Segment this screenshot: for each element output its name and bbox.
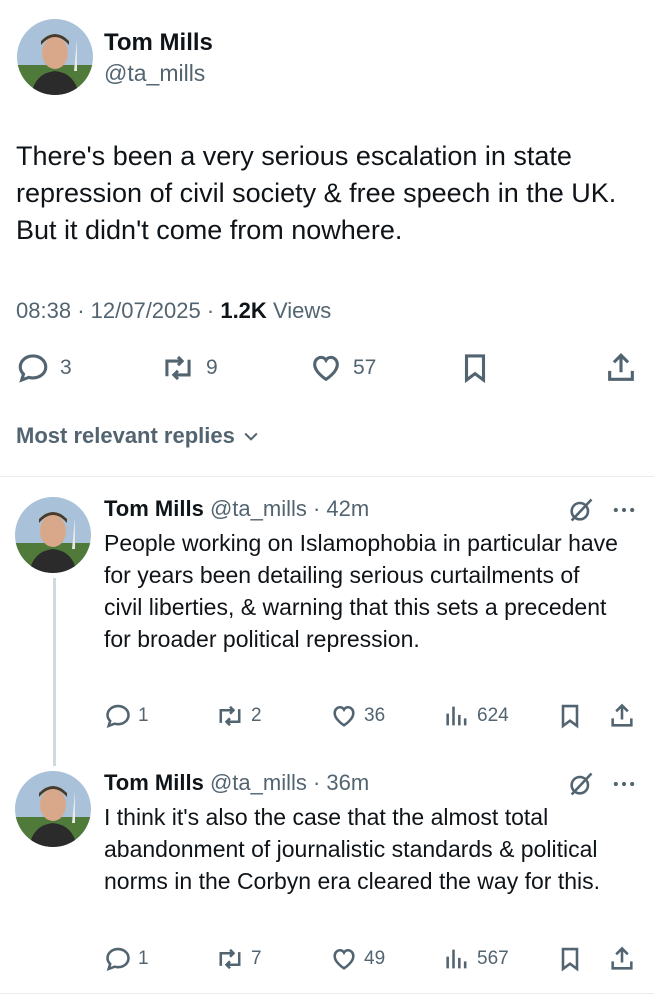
tweet-meta: 08:38 · 12/07/2025 · 1.2K Views [16,298,332,323]
views-count: 567 [477,948,509,969]
reply-author-name[interactable]: Tom Mills [104,496,204,521]
views-button[interactable]: 567 [443,945,509,973]
views-button[interactable]: 624 [443,702,509,730]
reply-text: I think it's also the case that the almo… [104,804,601,894]
avatar[interactable] [15,771,91,847]
like-button[interactable]: 49 [330,945,385,973]
replies-filter-label: Most relevant replies [16,423,235,448]
reply-icon [106,704,130,729]
grok-button[interactable] [567,496,595,529]
repost-button[interactable]: 7 [215,945,262,973]
more-icon [613,781,635,787]
avatar[interactable] [15,497,91,573]
reply-icon [106,947,130,972]
reply-author-handle[interactable]: @ta_mills [210,496,307,521]
like-button[interactable]: 36 [330,702,385,730]
bookmark-icon [464,354,486,384]
reply-count: 1 [138,948,149,969]
reply-header: Tom Mills @ta_mills · 36m [104,770,370,795]
repost-button[interactable]: 2 [215,702,262,730]
like-button[interactable]: 57 [309,351,376,385]
share-button[interactable] [608,702,636,730]
divider [0,476,654,477]
views-count: 624 [477,705,509,726]
reply-count: 3 [60,356,72,379]
repost-icon [219,948,241,970]
avatar[interactable] [17,19,93,95]
tweet-time[interactable]: 08:38 [16,298,71,323]
share-icon [611,703,633,727]
grok-button[interactable] [567,770,595,803]
reply-icon [18,354,48,383]
bookmark-icon [561,704,579,729]
like-count: 49 [364,948,386,969]
thread-line [53,578,56,766]
views-icon [446,949,467,969]
grok-icon [570,498,593,522]
share-icon [611,946,633,970]
reply-age[interactable]: 42m [326,496,369,521]
grok-icon [570,772,593,796]
bookmark-button[interactable] [556,945,584,973]
repost-button[interactable]: 9 [160,351,218,385]
views-label: Views [272,298,332,323]
like-icon [313,355,339,382]
reply-count: 1 [138,705,149,726]
tweet-text: There's been a very serious escalation i… [16,141,617,245]
author-handle[interactable]: @ta_mills [104,60,205,87]
share-button[interactable] [604,351,638,385]
like-icon [333,948,355,970]
more-icon [613,507,635,513]
bookmark-icon [561,947,579,972]
like-icon [333,705,355,727]
reply-button[interactable]: 1 [104,702,149,730]
views-icon [446,706,467,726]
repost-icon [165,355,191,381]
reply-header: Tom Mills @ta_mills · 42m [104,496,370,521]
reply-button[interactable]: 3 [16,351,72,385]
reply-button[interactable]: 1 [104,945,149,973]
repost-count: 2 [251,705,262,726]
share-button[interactable] [608,945,636,973]
reply-age[interactable]: 36m [326,770,369,795]
views-count: 1.2K [220,298,267,323]
chevron-down-icon [244,432,258,441]
bookmark-button[interactable] [556,702,584,730]
divider [0,993,654,994]
share-icon [608,353,634,381]
repost-count: 7 [251,948,262,969]
like-count: 57 [353,356,377,379]
replies-filter[interactable]: Most relevant replies [16,423,261,449]
reply-author-name[interactable]: Tom Mills [104,770,204,795]
bookmark-button[interactable] [458,351,492,385]
author-name[interactable]: Tom Mills [104,29,213,57]
repost-count: 9 [206,356,218,379]
repost-icon [219,705,241,727]
more-button[interactable] [610,770,638,803]
reply-author-handle[interactable]: @ta_mills [210,770,307,795]
more-button[interactable] [610,496,638,529]
reply-text: People working on Islamophobia in partic… [104,530,618,652]
like-count: 36 [364,705,386,726]
tweet-date[interactable]: 12/07/2025 [91,298,201,323]
